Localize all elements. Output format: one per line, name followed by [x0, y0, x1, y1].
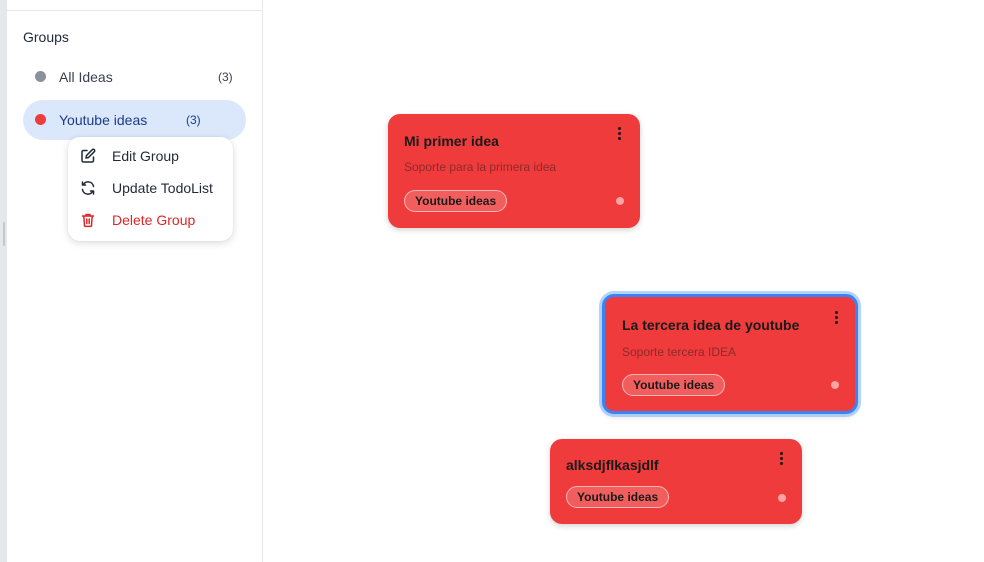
menu-item-label: Update TodoList: [112, 180, 213, 196]
idea-card[interactable]: alksdjflkasjdlf Youtube ideas: [550, 439, 802, 524]
card-title: Mi primer idea: [404, 133, 499, 149]
group-color-dot: [35, 71, 46, 82]
sidebar-divider: [7, 10, 262, 11]
groups-heading: Groups: [23, 29, 69, 45]
more-vertical-icon[interactable]: [776, 451, 786, 467]
card-subtitle: Soporte para la primera idea: [404, 160, 557, 174]
card-group-tag: Youtube ideas: [622, 374, 726, 396]
group-item-all-ideas[interactable]: All Ideas (3): [23, 57, 246, 97]
ideas-canvas[interactable]: Mi primer idea Soporte para la primera i…: [263, 0, 984, 562]
card-group-tag: Youtube ideas: [404, 190, 508, 212]
more-vertical-icon[interactable]: [831, 310, 841, 326]
card-title: alksdjflkasjdlf: [566, 457, 659, 473]
idea-card-selected[interactable]: La tercera idea de youtube Soporte terce…: [602, 294, 858, 414]
trash-icon: [81, 213, 95, 228]
resize-handle[interactable]: [3, 222, 5, 246]
sidebar: Groups All Ideas (3) Youtube ideas (3): [7, 0, 263, 562]
group-color-dot: [35, 114, 46, 125]
card-status-dot: [616, 197, 624, 205]
menu-item-edit-group[interactable]: Edit Group: [68, 141, 233, 171]
group-context-menu: Edit Group Update TodoList Delete Group: [68, 137, 233, 241]
group-count: (3): [218, 70, 233, 84]
menu-item-delete-group[interactable]: Delete Group: [68, 205, 233, 235]
edit-icon: [81, 148, 96, 163]
card-subtitle: Soporte tercera IDEA: [622, 345, 737, 359]
idea-card[interactable]: Mi primer idea Soporte para la primera i…: [388, 114, 640, 228]
card-status-dot: [831, 381, 839, 389]
group-item-youtube-ideas[interactable]: Youtube ideas (3): [23, 100, 246, 140]
card-title: La tercera idea de youtube: [622, 317, 800, 333]
menu-item-label: Edit Group: [112, 148, 179, 164]
more-vertical-icon[interactable]: [614, 126, 624, 142]
group-label: All Ideas: [59, 69, 113, 85]
menu-item-label: Delete Group: [112, 212, 196, 228]
left-edge-strip: [0, 0, 7, 562]
group-count: (3): [186, 113, 201, 127]
refresh-icon: [81, 181, 95, 195]
card-group-tag: Youtube ideas: [566, 486, 670, 508]
group-label: Youtube ideas: [59, 112, 148, 128]
menu-item-update-todolist[interactable]: Update TodoList: [68, 173, 233, 203]
card-status-dot: [778, 494, 786, 502]
